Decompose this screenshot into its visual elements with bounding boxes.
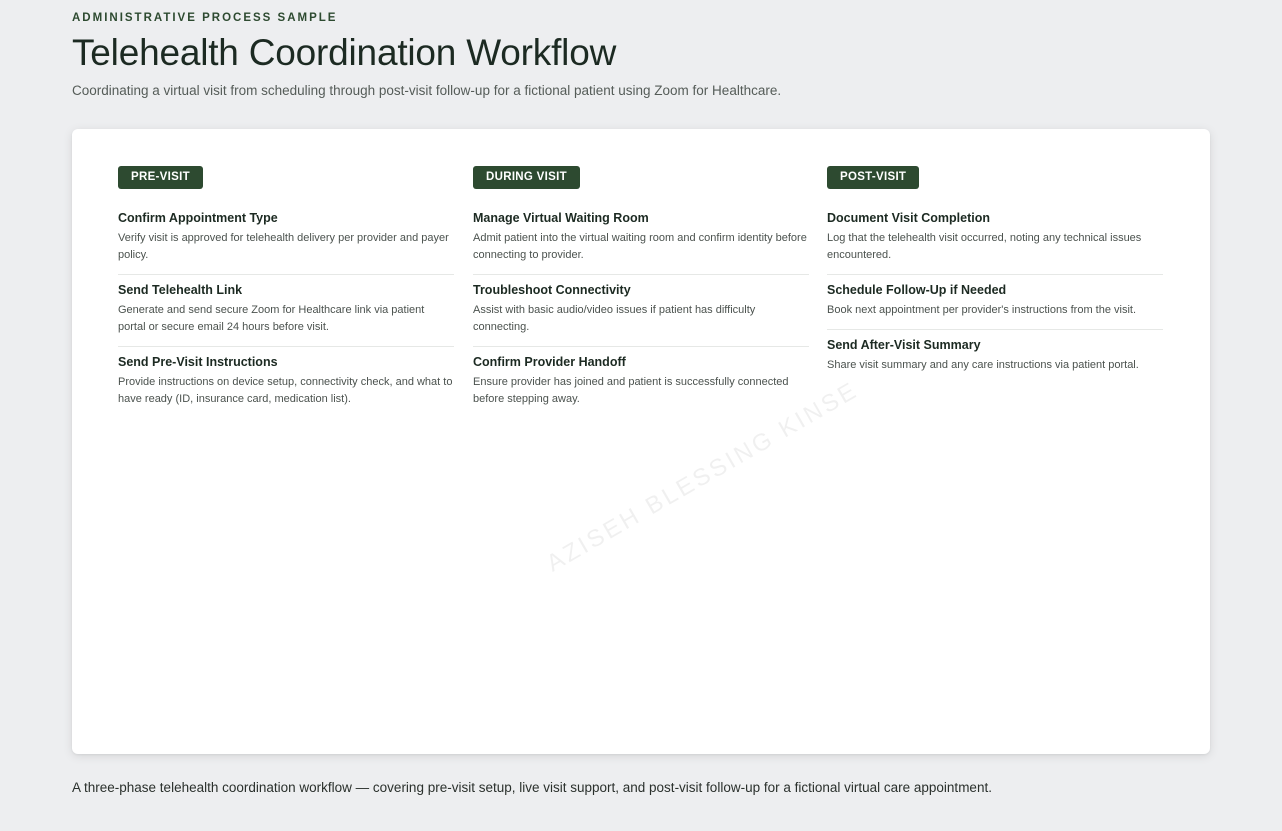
phase-post-visit: POST-VISIT Document Visit Completion Log… (827, 166, 1163, 392)
step-item: Document Visit Completion Log that the t… (827, 211, 1163, 275)
phase-steps: Confirm Appointment Type Verify visit is… (118, 211, 454, 418)
workflow-card: AZISEH BLESSING KINSE PRE-VISIT Confirm … (72, 129, 1210, 754)
step-item: Schedule Follow-Up if Needed Book next a… (827, 283, 1163, 330)
step-item: Send Pre-Visit Instructions Provide inst… (118, 355, 454, 418)
phase-badge-pre-visit: PRE-VISIT (118, 166, 203, 189)
step-title: Troubleshoot Connectivity (473, 283, 631, 297)
step-title: Confirm Provider Handoff (473, 355, 626, 369)
step-description: Book next appointment per provider's ins… (827, 304, 1137, 316)
step-item: Confirm Appointment Type Verify visit is… (118, 211, 454, 275)
step-title: Document Visit Completion (827, 211, 990, 225)
phase-steps: Manage Virtual Waiting Room Admit patien… (473, 211, 809, 418)
eyebrow-label: ADMINISTRATIVE PROCESS SAMPLE (72, 12, 338, 24)
step-description: Admit patient into the virtual waiting r… (473, 232, 807, 261)
step-item: Manage Virtual Waiting Room Admit patien… (473, 211, 809, 275)
step-item: Send After-Visit Summary Share visit sum… (827, 338, 1163, 384)
step-description: Share visit summary and any care instruc… (827, 359, 1139, 371)
phase-steps: Document Visit Completion Log that the t… (827, 211, 1163, 384)
phase-badge-post-visit: POST-VISIT (827, 166, 920, 189)
phase-badge-during-visit: DURING VISIT (473, 166, 580, 189)
step-description: Log that the telehealth visit occurred, … (827, 232, 1142, 261)
phase-pre-visit: PRE-VISIT Confirm Appointment Type Verif… (118, 166, 454, 426)
page-subtitle: Coordinating a virtual visit from schedu… (72, 83, 782, 98)
phase-during-visit: DURING VISIT Manage Virtual Waiting Room… (473, 166, 809, 426)
step-item: Troubleshoot Connectivity Assist with ba… (473, 283, 809, 347)
step-item: Send Telehealth Link Generate and send s… (118, 283, 454, 347)
step-description: Ensure provider has joined and patient i… (473, 376, 789, 405)
figure-caption: A three-phase telehealth coordination wo… (72, 780, 992, 795)
page-title: Telehealth Coordination Workflow (72, 32, 617, 73)
step-title: Manage Virtual Waiting Room (473, 211, 649, 225)
step-title: Send Pre-Visit Instructions (118, 355, 278, 369)
step-title: Confirm Appointment Type (118, 211, 278, 225)
step-description: Assist with basic audio/video issues if … (473, 304, 756, 333)
step-title: Send Telehealth Link (118, 283, 243, 297)
step-description: Generate and send secure Zoom for Health… (118, 304, 425, 333)
step-title: Schedule Follow-Up if Needed (827, 283, 1007, 297)
step-item: Confirm Provider Handoff Ensure provider… (473, 355, 809, 418)
step-description: Provide instructions on device setup, co… (118, 376, 453, 405)
step-title: Send After-Visit Summary (827, 338, 981, 352)
step-description: Verify visit is approved for telehealth … (118, 232, 449, 261)
